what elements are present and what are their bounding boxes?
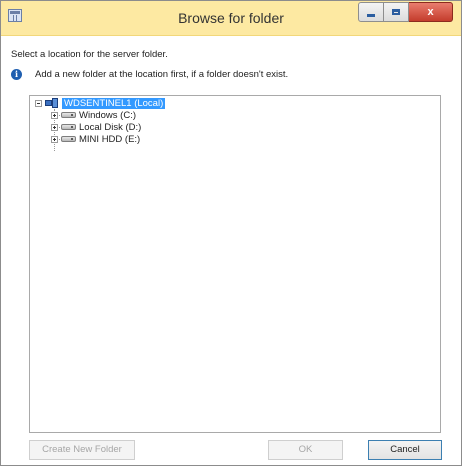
drive-icon: [61, 136, 76, 142]
tree-node-label: Local Disk (D:): [79, 121, 142, 133]
cancel-button[interactable]: Cancel: [368, 440, 442, 460]
maximize-button[interactable]: [384, 2, 409, 22]
tree-node-drive-c[interactable]: Windows (C:): [51, 109, 136, 121]
tree-node-drive-d[interactable]: Local Disk (D:): [51, 121, 141, 133]
minimize-icon: [367, 13, 375, 17]
expand-toggle[interactable]: [51, 123, 58, 131]
minimize-button[interactable]: [358, 2, 384, 22]
maximize-icon: [392, 9, 400, 15]
expand-toggle[interactable]: [51, 135, 58, 143]
prompt-text: Select a location for the server folder.: [11, 49, 168, 60]
drive-icon: [61, 112, 76, 118]
info-icon: i: [11, 69, 22, 80]
folder-tree[interactable]: WDSENTINEL1 (Local) Windows (C:) Local D…: [29, 95, 441, 433]
expand-toggle[interactable]: [51, 111, 58, 119]
tree-node-root[interactable]: WDSENTINEL1 (Local): [35, 97, 166, 109]
browse-for-folder-dialog: Browse for folder x Select a location fo…: [0, 0, 462, 466]
tree-node-label: MINI HDD (E:): [79, 133, 141, 145]
tree-node-drive-e[interactable]: MINI HDD (E:): [51, 133, 140, 145]
create-new-folder-button[interactable]: Create New Folder: [29, 440, 135, 460]
info-text: Add a new folder at the location first, …: [35, 69, 289, 80]
close-button[interactable]: x: [409, 2, 453, 22]
drive-icon: [61, 124, 76, 130]
close-icon: x: [427, 6, 434, 18]
network-computer-icon: [45, 98, 59, 108]
collapse-toggle[interactable]: [35, 99, 42, 107]
title-bar[interactable]: Browse for folder x: [1, 1, 461, 36]
info-message: i Add a new folder at the location first…: [11, 69, 288, 80]
tree-node-label: WDSENTINEL1 (Local): [62, 97, 166, 109]
window-controls: x: [358, 2, 453, 22]
ok-button[interactable]: OK: [268, 440, 343, 460]
tree-node-label: Windows (C:): [79, 109, 137, 121]
